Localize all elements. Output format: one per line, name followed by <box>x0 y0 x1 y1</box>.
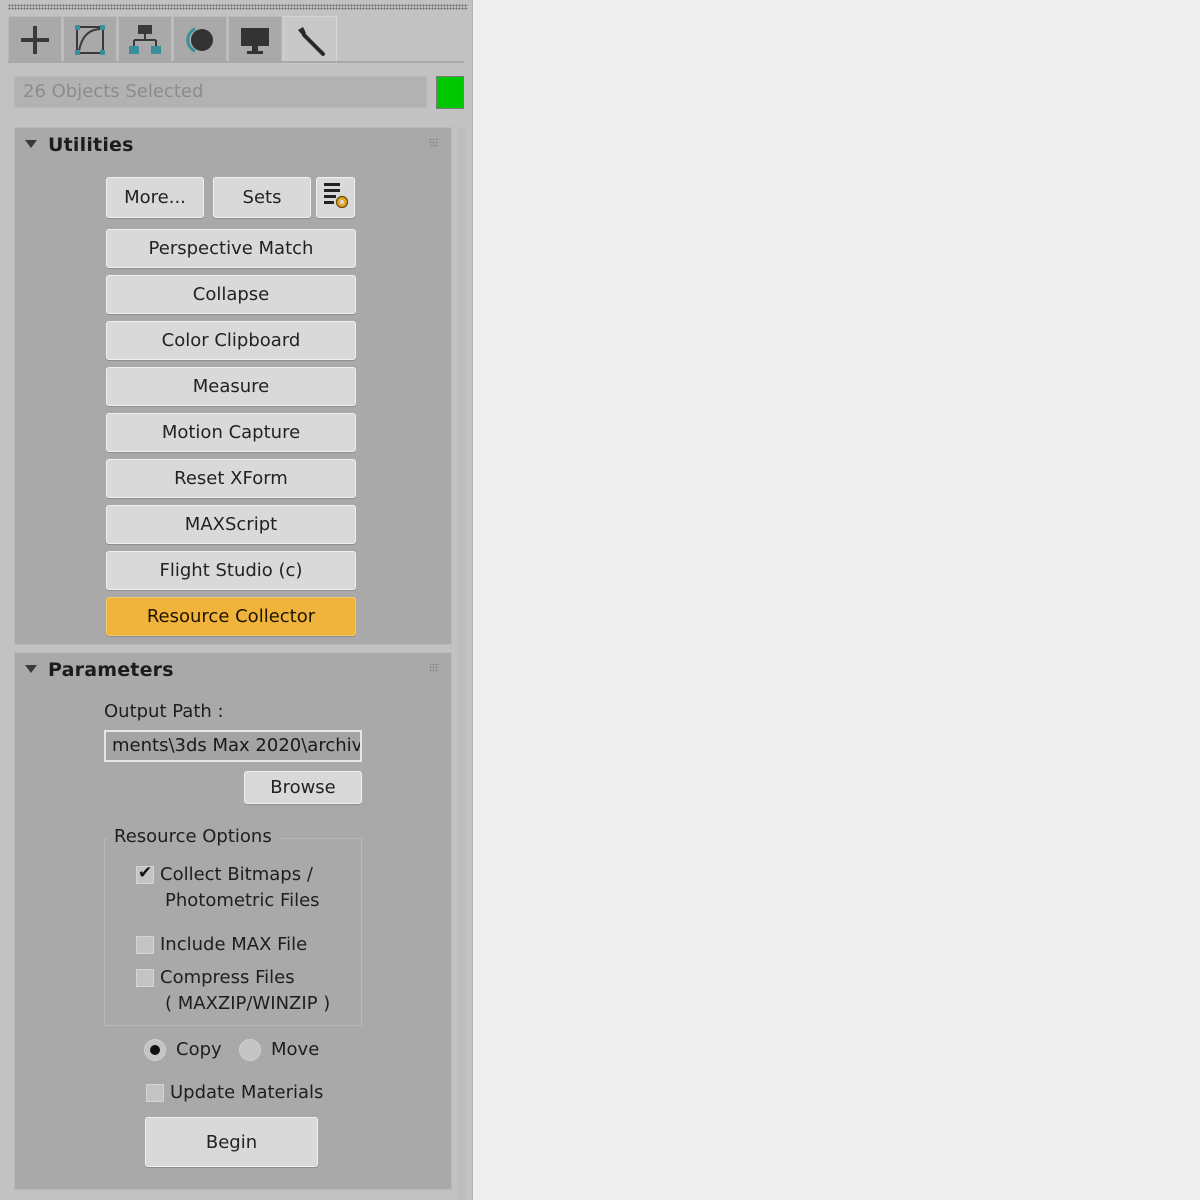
configure-sets-icon <box>321 180 351 215</box>
collect-bitmaps-label-line2: Photometric Files <box>165 890 320 911</box>
radio-dot-icon <box>150 1045 160 1055</box>
panel-drag-handle[interactable] <box>8 4 468 10</box>
include-max-file-label: Include MAX File <box>160 934 308 955</box>
collapse-triangle-icon <box>25 665 37 673</box>
modify-curve-icon <box>73 23 107 57</box>
collect-bitmaps-label: Collect Bitmaps / <box>160 864 313 885</box>
compress-files-checkbox[interactable] <box>136 969 154 987</box>
copy-label: Copy <box>176 1039 222 1060</box>
utility-button-resource-collector[interactable]: Resource Collector <box>106 597 356 636</box>
motion-icon <box>183 23 217 57</box>
selection-name-field[interactable]: 26 Objects Selected <box>14 76 427 108</box>
configure-sets-button[interactable] <box>316 177 355 218</box>
compress-files-label: Compress Files <box>160 967 295 988</box>
copy-radio[interactable] <box>144 1039 166 1061</box>
collect-bitmaps-checkbox[interactable]: ✔ <box>136 863 154 884</box>
begin-button[interactable]: Begin <box>145 1117 318 1167</box>
hierarchy-icon <box>128 23 162 57</box>
resource-options-title: Resource Options <box>108 826 278 847</box>
output-path-label: Output Path : <box>104 701 224 722</box>
tab-divider <box>8 61 464 63</box>
tab-motion[interactable] <box>173 16 227 62</box>
tab-modify[interactable] <box>63 16 117 62</box>
more-button[interactable]: More... <box>106 177 204 218</box>
utility-button-motion-capture[interactable]: Motion Capture <box>106 413 356 452</box>
parameters-title: Parameters <box>48 659 174 681</box>
create-plus-icon <box>18 23 52 57</box>
browse-button[interactable]: Browse <box>244 771 362 804</box>
object-color-swatch[interactable] <box>436 76 464 109</box>
collapse-triangle-icon <box>25 140 37 148</box>
compress-files-label-line2: ( MAXZIP/WINZIP ) <box>165 993 331 1014</box>
utility-button-collapse[interactable]: Collapse <box>106 275 356 314</box>
utilities-rollout-header[interactable]: Utilities <box>15 128 451 164</box>
command-panel: 26 Objects Selected Utilities More... Se… <box>0 0 473 1200</box>
update-materials-label: Update Materials <box>170 1082 324 1103</box>
output-path-field[interactable]: ments\3ds Max 2020\archives <box>104 730 362 762</box>
tab-display[interactable] <box>228 16 282 62</box>
display-monitor-icon <box>238 23 272 57</box>
move-radio[interactable] <box>239 1039 261 1061</box>
tab-hierarchy[interactable] <box>118 16 172 62</box>
tab-create[interactable] <box>8 16 62 62</box>
utility-button-perspective-match[interactable]: Perspective Match <box>106 229 356 268</box>
utility-button-flight-studio-c[interactable]: Flight Studio (c) <box>106 551 356 590</box>
utility-button-maxscript[interactable]: MAXScript <box>106 505 356 544</box>
tab-utilities[interactable] <box>283 16 337 64</box>
include-max-file-checkbox[interactable] <box>136 936 154 954</box>
update-materials-checkbox[interactable] <box>146 1084 164 1102</box>
parameters-rollout-header[interactable]: Parameters <box>15 653 451 689</box>
move-label: Move <box>271 1039 320 1060</box>
sets-button[interactable]: Sets <box>213 177 311 218</box>
utility-button-measure[interactable]: Measure <box>106 367 356 406</box>
utilities-wrench-icon <box>293 24 327 58</box>
rollout-grip-icon <box>429 138 439 148</box>
panel-scrollbar[interactable] <box>458 128 466 1200</box>
utility-button-reset-xform[interactable]: Reset XForm <box>106 459 356 498</box>
utility-button-color-clipboard[interactable]: Color Clipboard <box>106 321 356 360</box>
checkmark-icon: ✔ <box>138 863 153 883</box>
utilities-title: Utilities <box>48 134 134 156</box>
rollout-grip-icon <box>429 663 439 673</box>
